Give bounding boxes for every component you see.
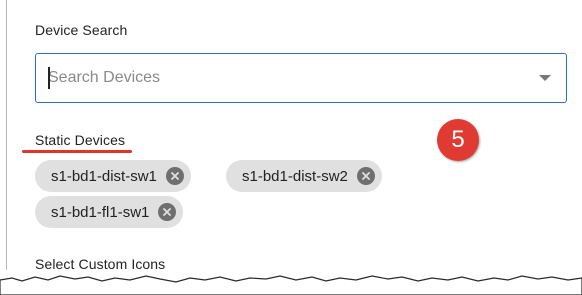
device-panel: Device Search Static Devices 5 s1-bd1-di… (0, 0, 582, 295)
close-circle-icon[interactable] (158, 203, 177, 221)
step-number-badge: 5 (437, 119, 479, 161)
device-chip[interactable]: s1-bd1-dist-sw2 (226, 160, 382, 192)
device-chip[interactable]: s1-bd1-fl1-sw1 (35, 196, 184, 228)
close-circle-icon[interactable] (165, 167, 184, 185)
chevron-down-icon[interactable] (539, 75, 551, 81)
annotation-underline (22, 150, 132, 153)
text-cursor (48, 67, 50, 89)
device-chip[interactable]: s1-bd1-dist-sw1 (35, 160, 191, 192)
device-search-input[interactable] (48, 65, 518, 91)
device-search-dropdown[interactable] (35, 53, 567, 103)
device-chip-label: s1-bd1-dist-sw2 (242, 167, 348, 185)
panel-border (6, 0, 7, 270)
device-chip-label: s1-bd1-fl1-sw1 (51, 203, 150, 221)
device-search-label: Device Search (35, 22, 128, 38)
torn-edge (0, 275, 582, 295)
static-devices-label: Static Devices (35, 132, 126, 148)
select-custom-icons-label: Select Custom Icons (35, 256, 166, 272)
close-circle-icon[interactable] (356, 167, 375, 185)
device-chip-label: s1-bd1-dist-sw1 (51, 167, 157, 185)
